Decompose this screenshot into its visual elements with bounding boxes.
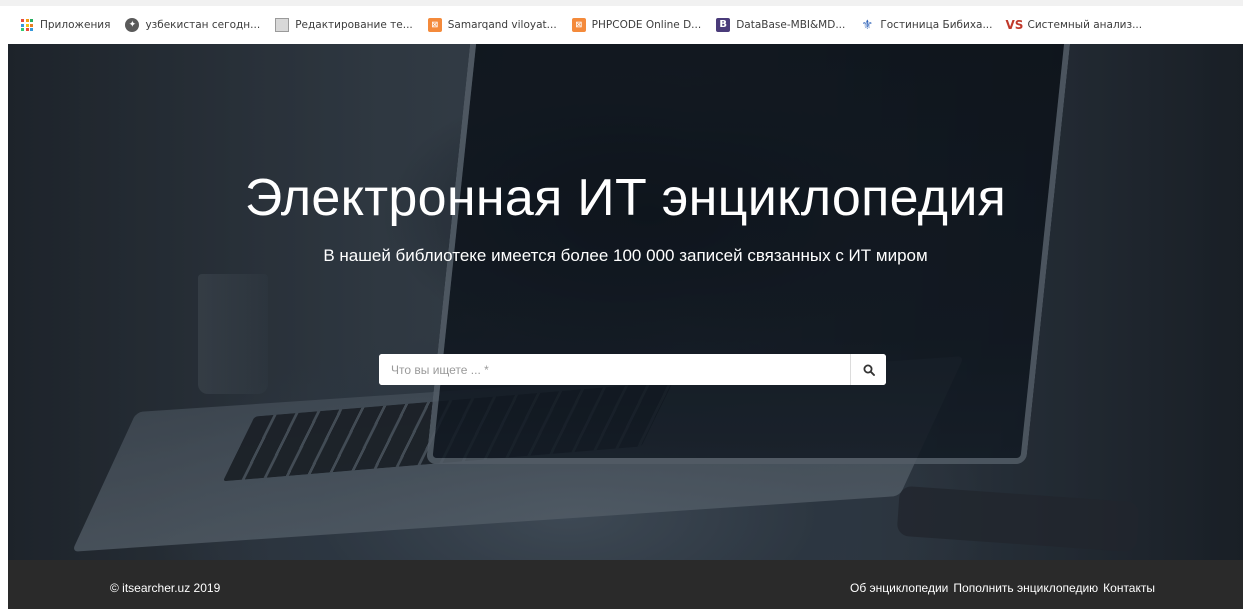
footer-nav: Об энциклопедии Пополнить энциклопедию К… <box>850 581 1155 595</box>
apps-grid-dot <box>30 28 33 31</box>
bookmark-label: DataBase-MBI&MD... <box>736 19 846 31</box>
bookmark-label: Системный анализ... <box>1027 19 1143 31</box>
apps-grid-dot <box>25 28 29 31</box>
search-icon <box>863 364 875 376</box>
orange-square-icon: ⊠ <box>571 18 586 32</box>
apps-grid-dot <box>25 19 29 22</box>
bookmark-hotel[interactable]: ⚜ Гостиница Бибиха... <box>860 17 993 33</box>
page-title: Электронная ИТ энциклопедия <box>244 169 1007 227</box>
globe-icon: ✦ <box>125 18 140 32</box>
search-input[interactable] <box>379 354 850 385</box>
footer: © itsearcher.uz 2019 Об энциклопедии Поп… <box>8 560 1243 609</box>
apps-grid-dot <box>21 28 24 31</box>
page-subtitle: В нашей библиотеке имеется более 100 000… <box>323 246 928 265</box>
bookmark-label: Гостиница Бибиха... <box>880 19 993 31</box>
apps-grid-dot <box>21 23 24 27</box>
hero-overlay <box>8 44 1243 560</box>
bookmark-system-analysis[interactable]: VS Системный анализ... <box>1005 18 1143 32</box>
orange-square-icon: ⊠ <box>427 18 442 32</box>
bookmark-samarqand[interactable]: ⊠ Samarqand viloyat... <box>427 18 557 32</box>
search-form <box>379 354 886 385</box>
bookmark-apps[interactable]: Приложения <box>20 18 110 32</box>
bookmarks-bar: Приложения ✦ узбекистан сегодн... Редакт… <box>0 0 1243 44</box>
document-icon <box>275 18 290 32</box>
hero-section: Электронная ИТ энциклопедия В нашей библ… <box>8 44 1243 560</box>
apps-grid-dot <box>25 23 29 27</box>
b-logo-icon: B <box>716 18 731 32</box>
bookmark-label: Samarqand viloyat... <box>447 19 557 31</box>
footer-link-contribute[interactable]: Пополнить энциклопедию <box>953 581 1098 595</box>
footer-link-contacts[interactable]: Контакты <box>1103 581 1155 595</box>
vs-logo-icon: VS <box>1005 18 1024 32</box>
bookmark-editing[interactable]: Редактирование те... <box>275 18 413 32</box>
footer-link-about[interactable]: Об энциклопедии <box>850 581 948 595</box>
apps-grid-dot <box>30 23 33 27</box>
bookmark-label: PHPCODE Online D... <box>591 19 702 31</box>
apps-grid-dot <box>30 19 33 22</box>
apps-grid-dot <box>21 19 24 22</box>
bookmark-database[interactable]: B DataBase-MBI&MD... <box>716 18 845 32</box>
bookmark-label: Приложения <box>40 19 111 31</box>
hotel-icon: ⚜ <box>861 17 874 33</box>
bookmark-label: Редактирование те... <box>295 19 413 31</box>
apps-grid-icon <box>20 18 34 32</box>
footer-copyright: © itsearcher.uz 2019 <box>110 581 221 595</box>
bookmark-uzbekistan[interactable]: ✦ узбекистан сегодн... <box>125 18 260 32</box>
bookmark-phpcode[interactable]: ⊠ PHPCODE Online D... <box>571 18 702 32</box>
search-button[interactable] <box>850 354 886 385</box>
bookmark-label: узбекистан сегодн... <box>145 19 261 31</box>
